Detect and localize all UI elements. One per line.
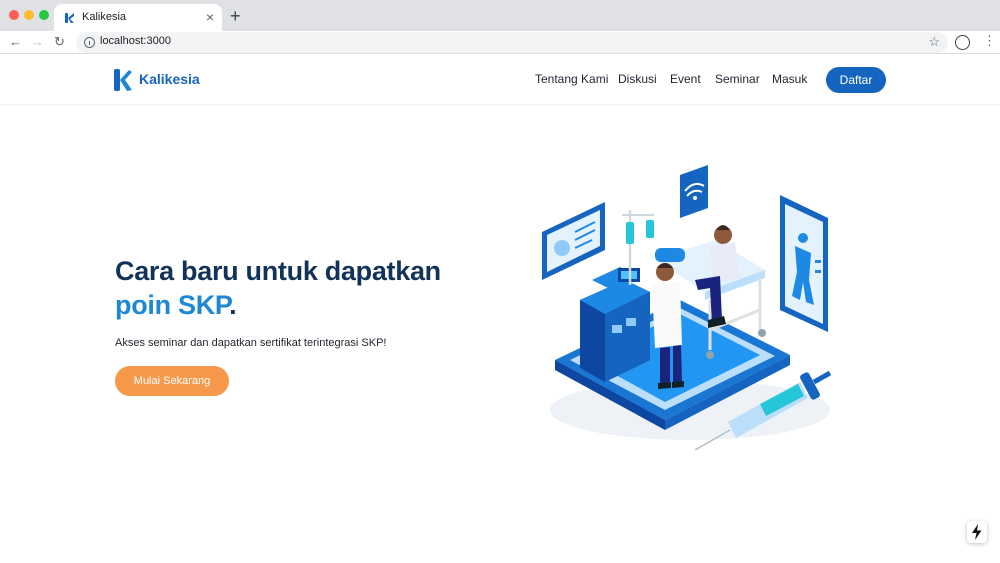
mulai-sekarang-button[interactable]: Mulai Sekarang (115, 366, 229, 396)
nav-seminar[interactable]: Seminar (715, 72, 760, 86)
nav-masuk[interactable]: Masuk (772, 72, 807, 86)
back-button[interactable]: ← (9, 34, 22, 50)
nav-diskusi[interactable]: Diskusi (618, 72, 657, 86)
lightning-icon[interactable] (967, 521, 987, 543)
nav-event[interactable]: Event (670, 72, 701, 86)
maximize-window-button[interactable] (39, 10, 49, 20)
hero-title-end: . (229, 290, 237, 320)
minimize-window-button[interactable] (24, 10, 34, 20)
hero-title-line1: Cara baru untuk dapatkan (115, 256, 441, 286)
hero-title-accent: poin SKP (115, 290, 230, 320)
daftar-button[interactable]: Daftar (826, 67, 886, 93)
browser-tab[interactable]: Kalikesia × (54, 4, 222, 31)
menu-icon[interactable]: ⋮ (983, 33, 996, 49)
info-icon[interactable] (84, 37, 95, 48)
hero-subtitle: Akses seminar dan dapatkan sertifikat te… (115, 337, 387, 349)
kalikesia-logo-icon[interactable] (113, 68, 133, 92)
reload-button[interactable]: ↻ (54, 34, 65, 50)
close-window-button[interactable] (9, 10, 19, 20)
star-icon[interactable]: ☆ (928, 34, 940, 50)
profile-icon[interactable] (955, 35, 970, 50)
url-text: localhost:3000 (100, 35, 171, 47)
tab-favicon-icon (65, 13, 74, 23)
forward-button[interactable]: → (31, 34, 44, 50)
nav-tentang-kami[interactable]: Tentang Kami (535, 72, 608, 86)
site-header: Kalikesia Tentang Kami Diskusi Event Sem… (0, 55, 1000, 105)
close-tab-icon[interactable]: × (206, 9, 214, 25)
new-tab-button[interactable]: + (230, 6, 241, 26)
address-bar[interactable]: localhost:3000 ☆ (76, 32, 948, 53)
tab-title: Kalikesia (82, 11, 127, 23)
hero-title: Cara baru untuk dapatkan poin SKP. (115, 254, 441, 322)
logo-text[interactable]: Kalikesia (139, 71, 200, 87)
medical-illustration (542, 165, 832, 451)
browser-tab-strip: Kalikesia × + (0, 0, 1000, 31)
browser-toolbar: ← → ↻ localhost:3000 ☆ (0, 31, 1000, 54)
